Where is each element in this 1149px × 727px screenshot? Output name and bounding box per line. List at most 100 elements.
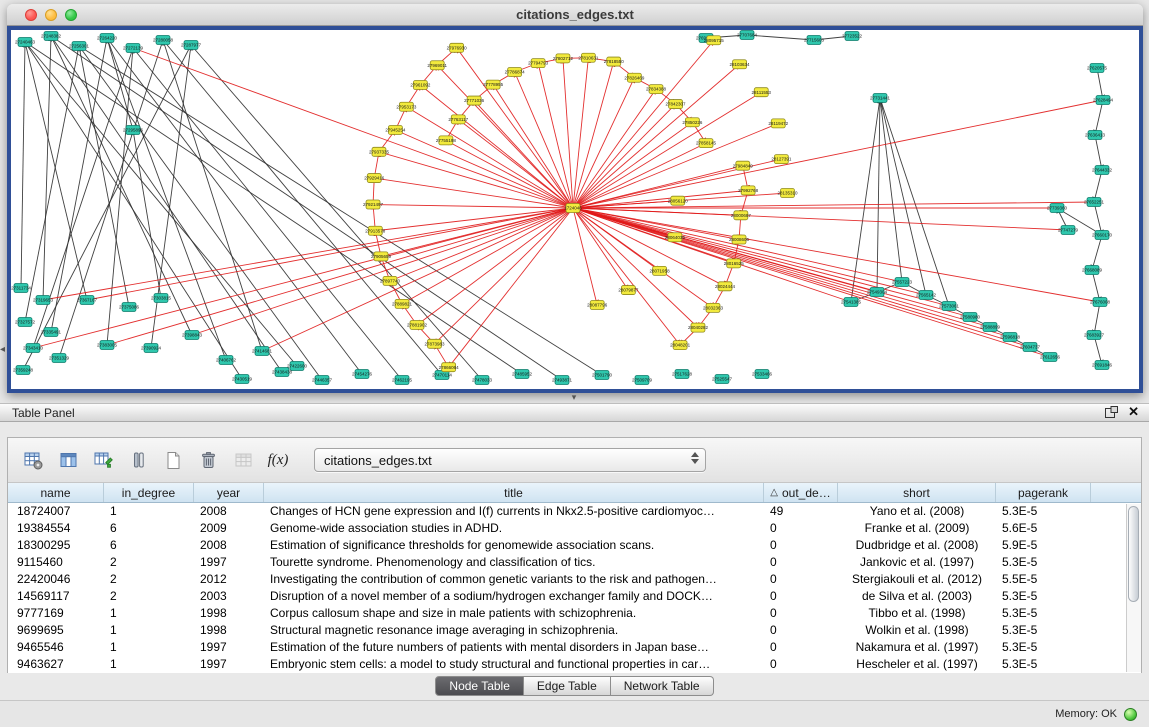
function-builder-icon[interactable]: f(x) (265, 447, 291, 473)
network-node[interactable]: 28024444 (715, 282, 736, 291)
network-node[interactable]: 27921497 (363, 200, 384, 209)
left-panel-grip[interactable]: ◂ (0, 344, 5, 355)
cell-pagerank[interactable]: 5.3E-5 (996, 605, 1091, 622)
scrollbar-thumb[interactable] (1128, 506, 1139, 602)
cell-title[interactable]: Investigating the contribution of common… (264, 571, 764, 588)
network-node[interactable]: 27794793 (528, 59, 549, 68)
network-node[interactable]: 28040282 (688, 323, 709, 332)
network-node[interactable]: 27509709 (632, 376, 653, 385)
network-node[interactable]: 27446357 (312, 376, 333, 385)
network-node[interactable]: 27652251 (1084, 198, 1105, 207)
cell-short[interactable]: Dudbridge et al. (2008) (838, 537, 996, 554)
cell-short[interactable]: Jankovic et al. (1997) (838, 554, 996, 571)
network-node[interactable]: 27517628 (672, 370, 693, 379)
cell-name[interactable]: 14569117 (8, 588, 104, 605)
network-node[interactable]: 27707684 (737, 31, 758, 40)
table-row[interactable]: 1456911722003Disruption of a novel membe… (8, 588, 1141, 605)
cell-pagerank[interactable]: 5.6E-5 (996, 520, 1091, 537)
column-header-pagerank[interactable]: pagerank (996, 483, 1091, 502)
network-node[interactable]: 28111553 (752, 88, 772, 97)
splitter-collapse-handle[interactable]: ▾ (564, 392, 584, 403)
network-node[interactable]: 27430519 (232, 375, 253, 384)
table-mode-icon[interactable] (20, 447, 46, 473)
cell-title[interactable]: Estimation of the future numbers of pati… (264, 639, 764, 656)
cell-pagerank[interactable]: 5.5E-5 (996, 571, 1091, 588)
cell-title[interactable]: Disruption of a novel member of a sodium… (264, 588, 764, 605)
cell-year[interactable]: 2008 (194, 503, 264, 520)
network-node[interactable]: 27763117 (448, 115, 468, 124)
network-node[interactable]: 27287977 (181, 41, 202, 50)
network-node[interactable]: 27573061 (939, 302, 960, 311)
network-node[interactable]: 27802712 (553, 54, 574, 63)
network-node[interactable]: 28103634 (730, 60, 751, 69)
network-node[interactable]: 27683927 (1084, 331, 1105, 340)
float-panel-icon[interactable] (1105, 406, 1118, 418)
network-node[interactable]: 27367167 (77, 296, 98, 305)
network-node[interactable]: 27913578 (365, 226, 386, 235)
new-table-icon[interactable] (160, 447, 186, 473)
cell-pagerank[interactable]: 5.3E-5 (996, 503, 1091, 520)
network-node[interactable]: 27937335 (369, 147, 390, 156)
network-node[interactable]: 28135310 (777, 189, 798, 198)
network-node[interactable]: 27636413 (1085, 131, 1106, 140)
cell-in_degree[interactable]: 2 (104, 588, 194, 605)
column-header-title[interactable]: title (264, 483, 764, 502)
network-node[interactable]: 27256301 (69, 42, 90, 51)
cell-short[interactable]: Tibbo et al. (1998) (838, 605, 996, 622)
column-header-out_de[interactable]: △out_de… (764, 483, 838, 502)
network-node[interactable]: 28016525 (724, 259, 745, 268)
network-node[interactable]: 27660170 (1092, 231, 1113, 240)
network-node[interactable]: 27549304 (867, 288, 888, 297)
cell-title[interactable]: Tourette syndrome. Phenomenology and cla… (264, 554, 764, 571)
network-node[interactable]: 27311734 (11, 284, 31, 293)
table-row[interactable]: 1872400712008Changes of HCN gene express… (8, 503, 1141, 520)
network-node[interactable]: 28008606 (729, 235, 750, 244)
cell-out_de[interactable]: 0 (764, 554, 838, 571)
network-node[interactable]: 27398843 (182, 331, 203, 340)
cell-title[interactable]: Genome-wide association studies in ADHD. (264, 520, 764, 537)
row-header-icon[interactable] (125, 447, 151, 473)
cell-year[interactable]: 1997 (194, 554, 264, 571)
cell-out_de[interactable]: 0 (764, 622, 838, 639)
network-node[interactable]: 27889821 (392, 299, 413, 308)
network-node[interactable]: 27604737 (1020, 343, 1041, 352)
cell-in_degree[interactable]: 2 (104, 571, 194, 588)
network-node[interactable]: 27881902 (407, 320, 428, 329)
network-node[interactable]: 27319653 (33, 296, 54, 305)
table-row[interactable]: 1830029562008Estimation of significance … (8, 537, 1141, 554)
cell-in_degree[interactable]: 6 (104, 537, 194, 554)
network-node[interactable]: 27826469 (624, 73, 645, 82)
network-node[interactable]: 28087796 (587, 301, 608, 310)
cell-in_degree[interactable]: 6 (104, 520, 194, 537)
cell-short[interactable]: Yano et al. (2008) (838, 503, 996, 520)
network-node[interactable]: 27628494 (1093, 96, 1114, 105)
network-node[interactable]: 27327572 (15, 318, 36, 327)
network-node[interactable]: 27842307 (666, 100, 687, 109)
cell-pagerank[interactable]: 5.3E-5 (996, 622, 1091, 639)
cell-year[interactable]: 1997 (194, 656, 264, 673)
network-node[interactable]: 27390924 (141, 344, 162, 353)
network-node[interactable]: 27818550 (604, 57, 625, 66)
table-row[interactable]: 969969511998Structural magnetic resonanc… (8, 622, 1141, 639)
table-row[interactable]: 946362711997Embryonic stem cells: a mode… (8, 656, 1141, 673)
network-node[interactable]: 28095715 (704, 36, 725, 45)
network-node[interactable]: 27834388 (646, 85, 667, 94)
cell-short[interactable]: Wolkin et al. (1998) (838, 622, 996, 639)
network-node[interactable]: 27905659 (371, 252, 392, 261)
cell-name[interactable]: 9777169 (8, 605, 104, 622)
cell-in_degree[interactable]: 1 (104, 503, 194, 520)
network-node[interactable]: 27438438 (272, 368, 293, 377)
network-node[interactable]: 27375086 (119, 303, 140, 312)
network-node[interactable]: 27723522 (842, 32, 863, 41)
cell-year[interactable]: 1997 (194, 639, 264, 656)
column-header-year[interactable]: year (194, 483, 264, 502)
delete-table-icon[interactable] (195, 447, 221, 473)
network-node[interactable]: 27303815 (151, 294, 172, 303)
cell-title[interactable]: Structural magnetic resonance image aver… (264, 622, 764, 639)
network-node[interactable]: 27580980 (960, 313, 981, 322)
network-node[interactable]: 27478033 (472, 376, 493, 385)
network-node[interactable]: 27406762 (216, 356, 237, 365)
network-node[interactable]: 27786874 (505, 67, 526, 76)
cell-name[interactable]: 9463627 (8, 656, 104, 673)
cell-out_de[interactable]: 0 (764, 605, 838, 622)
